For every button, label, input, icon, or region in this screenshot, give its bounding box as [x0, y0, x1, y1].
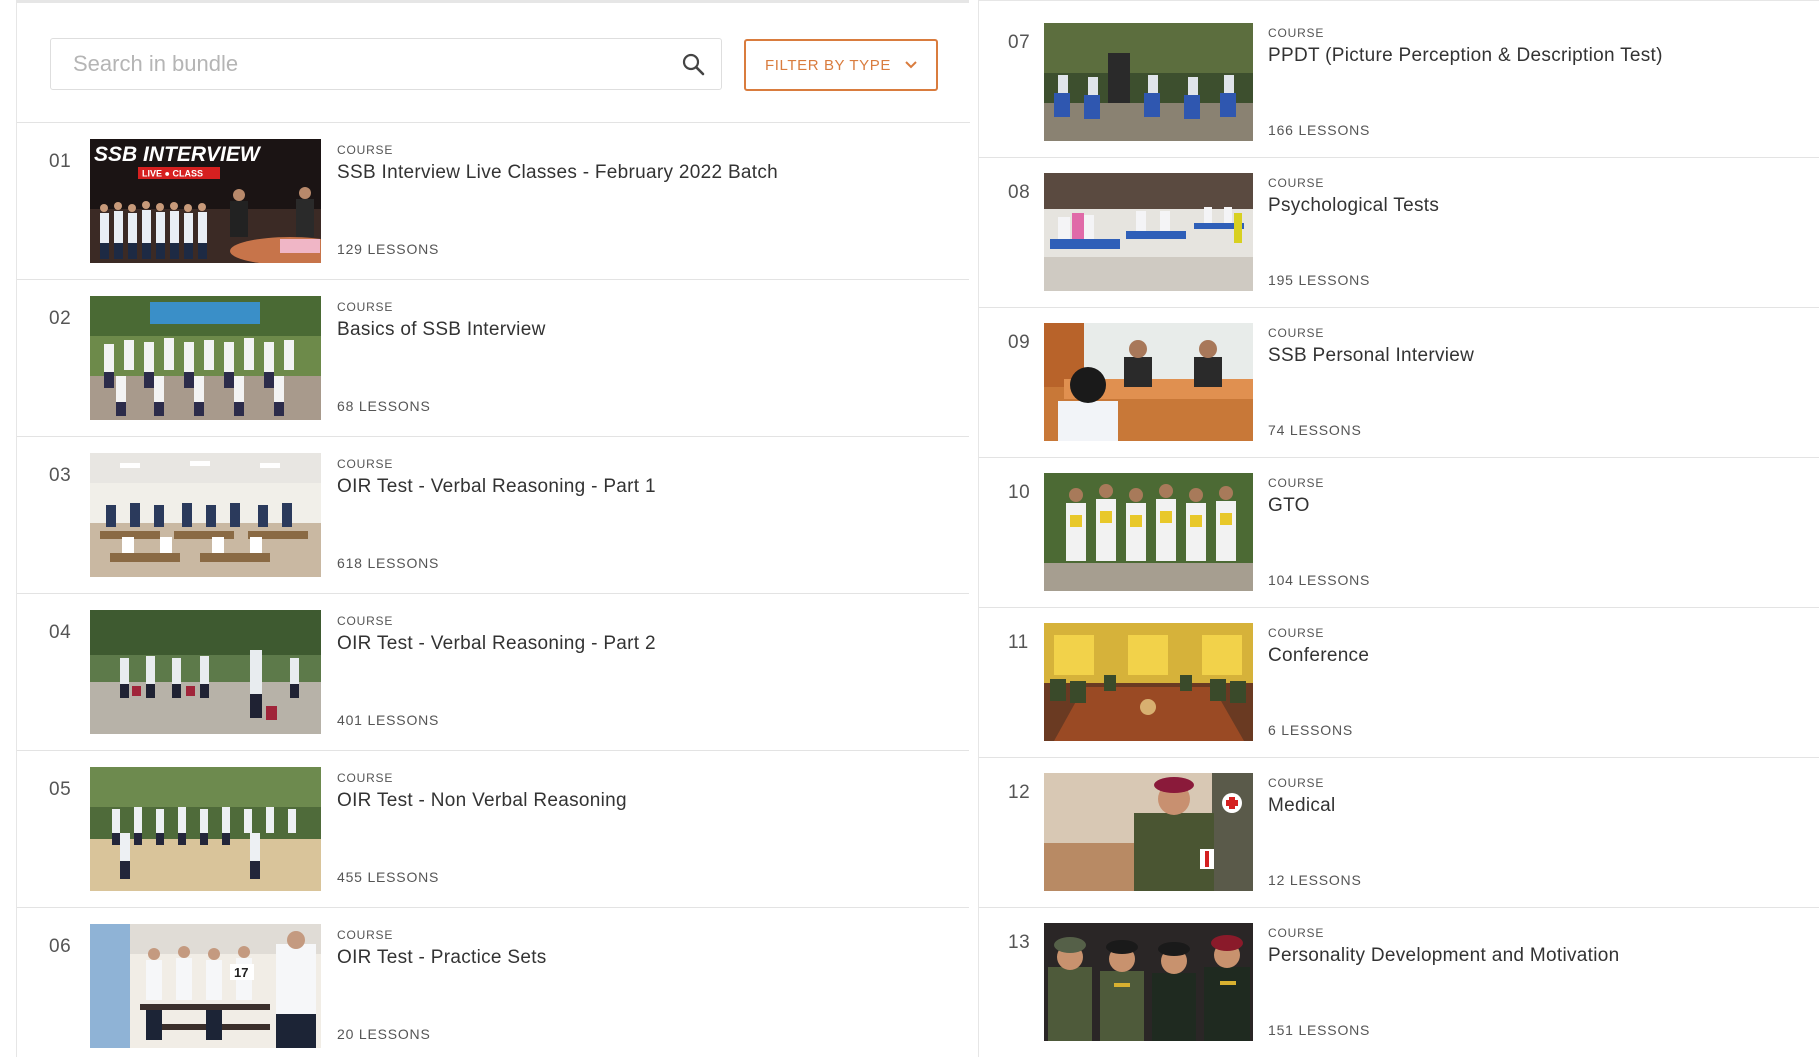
course-lesson-count: 12 LESSONS: [1268, 872, 1362, 888]
course-title[interactable]: OIR Test - Practice Sets: [337, 947, 547, 969]
search-box[interactable]: [50, 38, 722, 90]
svg-text:17: 17: [234, 965, 248, 980]
course-type: COURSE: [1268, 626, 1325, 640]
course-thumbnail[interactable]: SSB INTERVIEW LIVE ● CLASS: [90, 139, 321, 263]
course-title[interactable]: OIR Test - Non Verbal Reasoning: [337, 790, 627, 812]
course-thumbnail[interactable]: [90, 453, 321, 577]
course-lesson-count: 129 LESSONS: [337, 241, 440, 257]
course-row[interactable]: 06 17 COURSE OIR Test - Practice Sets 20…: [17, 908, 969, 1057]
course-thumbnail[interactable]: [90, 610, 321, 734]
chevron-down-icon: [905, 61, 917, 69]
course-title[interactable]: Medical: [1268, 795, 1336, 817]
course-number: 07: [1008, 32, 1031, 53]
course-row[interactable]: 04 COURSE OIR Test - Verbal Reasoning - …: [17, 594, 969, 751]
course-type: COURSE: [337, 771, 394, 785]
course-lesson-count: 104 LESSONS: [1268, 572, 1371, 588]
course-lesson-count: 401 LESSONS: [337, 712, 440, 728]
course-row[interactable]: 13 COURSE Personality Development and Mo…: [979, 908, 1819, 1057]
course-row[interactable]: 09 COURSE SSB Personal Interview 74 LESS…: [979, 308, 1819, 458]
course-thumbnail[interactable]: [1044, 623, 1253, 741]
bundle-list-right-panel: 07 COURSE PPDT (Picture Perception & Des…: [978, 0, 1819, 1057]
course-thumbnail[interactable]: [1044, 173, 1253, 291]
course-lesson-count: 618 LESSONS: [337, 555, 440, 571]
course-type: COURSE: [1268, 926, 1325, 940]
bundle-toolbar: FILTER BY TYPE: [17, 3, 970, 123]
course-row[interactable]: 02 COURSE Basics of SSB Interview 68 LES…: [17, 280, 969, 437]
course-title[interactable]: SSB Interview Live Classes - February 20…: [337, 162, 778, 184]
thumb-banner-text: SSB INTERVIEW: [94, 143, 262, 166]
course-row[interactable]: 01 SSB INTERVIEW LIVE ● CLASS COURSE SSB…: [17, 123, 969, 280]
course-number: 09: [1008, 332, 1031, 353]
course-thumbnail[interactable]: [1044, 323, 1253, 441]
course-lesson-count: 455 LESSONS: [337, 869, 440, 885]
course-type: COURSE: [337, 614, 394, 628]
course-row[interactable]: 11 COURSE Conference 6 LESSONS: [979, 608, 1819, 758]
course-lesson-count: 166 LESSONS: [1268, 122, 1371, 138]
bundle-list-left-panel: FILTER BY TYPE 01: [16, 0, 970, 1057]
course-thumbnail[interactable]: [1044, 473, 1253, 591]
course-thumbnail[interactable]: [90, 767, 321, 891]
course-row[interactable]: 10 COURSE GTO 104 LESSONS: [979, 458, 1819, 608]
course-type: COURSE: [1268, 776, 1325, 790]
course-lesson-count: 74 LESSONS: [1268, 422, 1362, 438]
course-title[interactable]: GTO: [1268, 495, 1310, 517]
course-title[interactable]: Conference: [1268, 645, 1369, 667]
course-lesson-count: 151 LESSONS: [1268, 1022, 1371, 1038]
course-number: 08: [1008, 182, 1031, 203]
course-type: COURSE: [1268, 176, 1325, 190]
course-type: COURSE: [337, 300, 394, 314]
course-type: COURSE: [337, 143, 394, 157]
course-type: COURSE: [1268, 326, 1325, 340]
course-title[interactable]: Psychological Tests: [1268, 195, 1439, 217]
course-number: 12: [1008, 782, 1031, 803]
course-number: 10: [1008, 482, 1031, 503]
course-lesson-count: 195 LESSONS: [1268, 272, 1371, 288]
course-row[interactable]: 08 COURSE Psychological Tests 195 LESSON…: [979, 158, 1819, 308]
filter-by-type-label: FILTER BY TYPE: [765, 56, 891, 74]
course-thumbnail[interactable]: 17: [90, 924, 321, 1048]
course-thumbnail[interactable]: [1044, 923, 1253, 1041]
course-number: 01: [49, 151, 72, 172]
filter-by-type-button[interactable]: FILTER BY TYPE: [744, 39, 938, 91]
course-type: COURSE: [1268, 26, 1325, 40]
course-thumbnail[interactable]: [1044, 23, 1253, 141]
course-lesson-count: 6 LESSONS: [1268, 722, 1354, 738]
course-row[interactable]: 07 COURSE PPDT (Picture Perception & Des…: [979, 8, 1819, 158]
course-title[interactable]: SSB Personal Interview: [1268, 345, 1474, 367]
course-row[interactable]: 12 COURSE Medical 12 LESSONS: [979, 758, 1819, 908]
course-number: 02: [49, 308, 72, 329]
course-title[interactable]: OIR Test - Verbal Reasoning - Part 2: [337, 633, 656, 655]
course-number: 06: [49, 936, 72, 957]
course-list-right: 07 COURSE PPDT (Picture Perception & Des…: [979, 8, 1819, 1057]
course-row[interactable]: 03 COURSE OIR Test - Verbal Reasoning - …: [17, 437, 969, 594]
course-title[interactable]: Basics of SSB Interview: [337, 319, 546, 341]
course-type: COURSE: [1268, 476, 1325, 490]
course-thumbnail[interactable]: [90, 296, 321, 420]
course-number: 04: [49, 622, 72, 643]
search-input[interactable]: [51, 39, 671, 89]
search-icon[interactable]: [681, 52, 705, 76]
course-number: 05: [49, 779, 72, 800]
course-row[interactable]: 05 COURSE OIR Test - Non Verbal Reasonin…: [17, 751, 969, 908]
course-title[interactable]: Personality Development and Motivation: [1268, 945, 1619, 967]
course-lesson-count: 20 LESSONS: [337, 1026, 431, 1042]
course-type: COURSE: [337, 928, 394, 942]
course-thumbnail[interactable]: [1044, 773, 1253, 891]
thumb-live-badge: LIVE ● CLASS: [142, 169, 203, 179]
course-lesson-count: 68 LESSONS: [337, 398, 431, 414]
course-number: 11: [1008, 632, 1029, 653]
course-type: COURSE: [337, 457, 394, 471]
course-title[interactable]: OIR Test - Verbal Reasoning - Part 1: [337, 476, 656, 498]
course-list-left: 01 SSB INTERVIEW LIVE ● CLASS COURSE SSB…: [17, 123, 969, 1057]
course-title[interactable]: PPDT (Picture Perception & Description T…: [1268, 45, 1663, 67]
course-number: 03: [49, 465, 72, 486]
course-number: 13: [1008, 932, 1031, 953]
